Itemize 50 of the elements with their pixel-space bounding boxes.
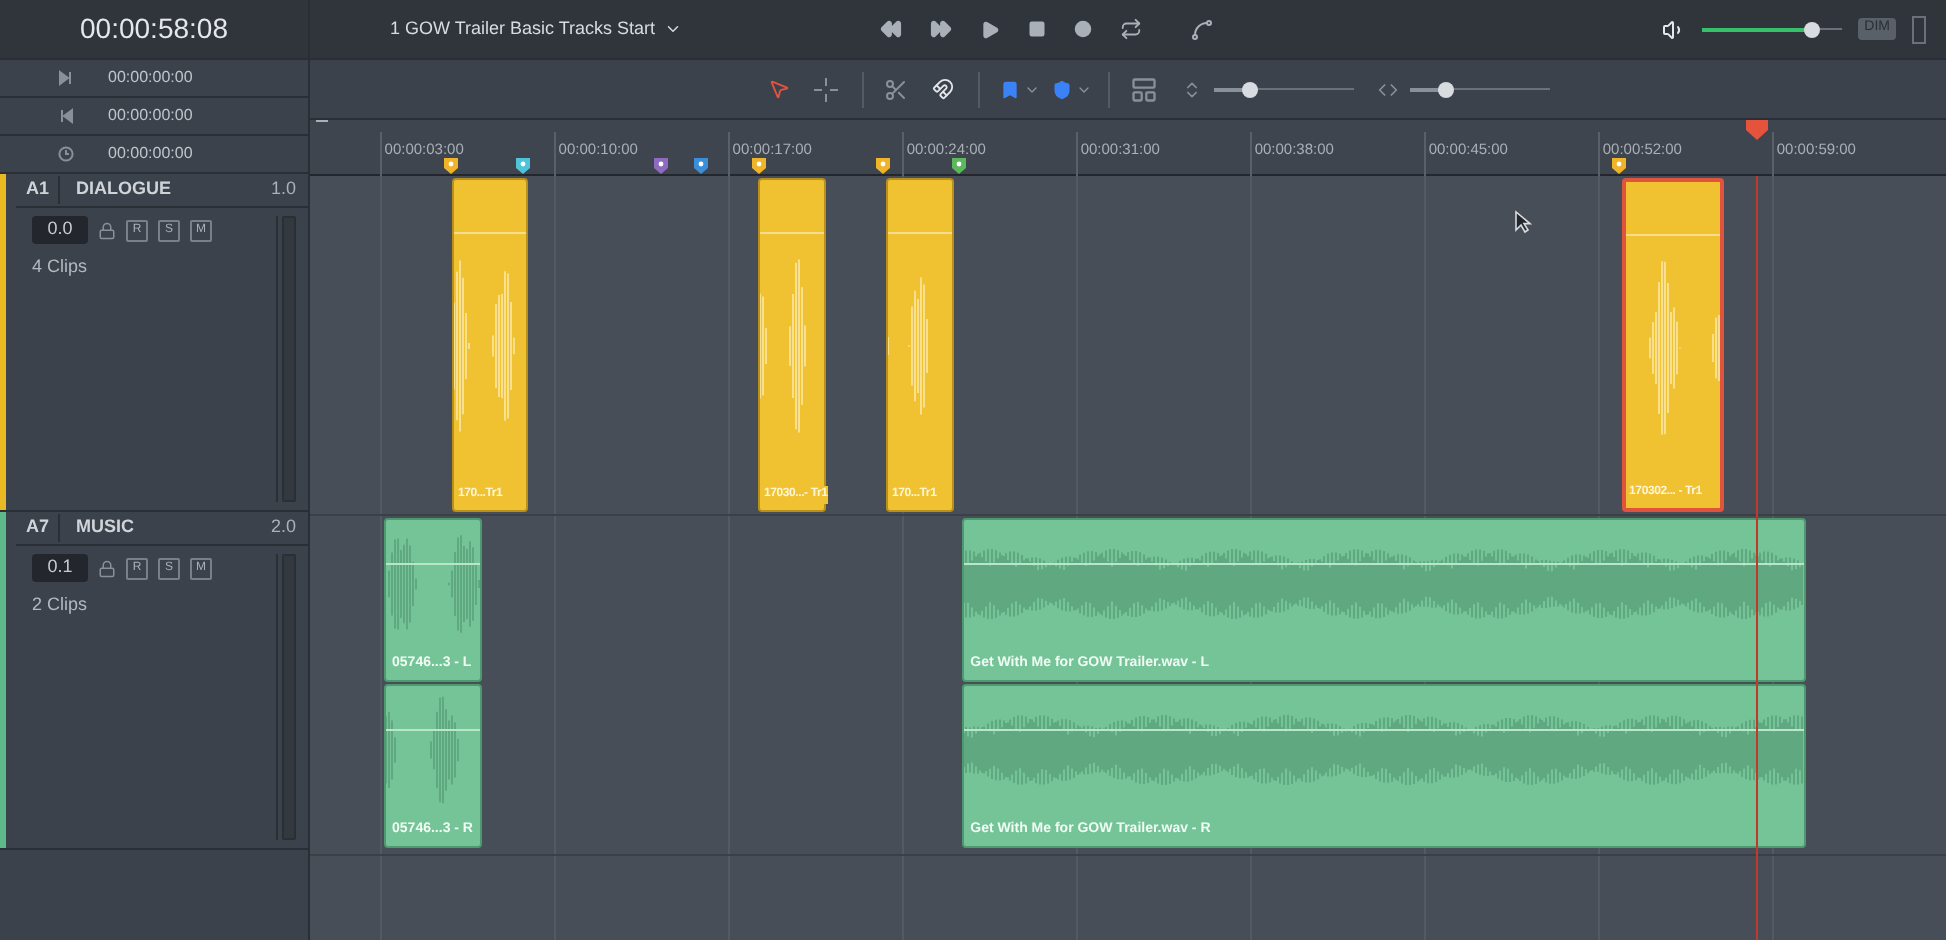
clip-count: 4 Clips: [32, 254, 90, 280]
marker-icon[interactable]: [876, 158, 891, 174]
track-height-slider[interactable]: [1214, 79, 1354, 99]
lock-icon[interactable]: [98, 559, 116, 577]
clip-count: 2 Clips: [32, 592, 90, 618]
meter-icon: [1912, 15, 1926, 43]
crosshair-tool-icon[interactable]: [814, 77, 838, 101]
razor-icon[interactable]: [884, 77, 908, 101]
cursor-icon: [1514, 210, 1532, 234]
marker-icon[interactable]: [751, 158, 766, 174]
timecode-display: 00:00:58:08: [80, 10, 228, 48]
timecode-value: 00:00:00:00: [108, 104, 193, 128]
marker-icon[interactable]: [654, 158, 669, 174]
rewind-icon[interactable]: [880, 18, 902, 40]
track-id: A1: [16, 176, 60, 204]
zoom-slider[interactable]: [1410, 79, 1550, 99]
in-point-icon: [58, 70, 74, 86]
timecode-value: 00:00:00:00: [108, 142, 193, 166]
loop-icon[interactable]: [1120, 18, 1142, 40]
marker-icon[interactable]: [693, 158, 707, 174]
track-volume-field[interactable]: 0.0: [32, 216, 88, 244]
track-name: DIALOGUE: [74, 176, 174, 203]
marker-icon[interactable]: [1052, 79, 1072, 99]
record-icon[interactable]: [1074, 20, 1092, 38]
track-name: MUSIC: [74, 514, 136, 541]
zoom-icon: [1378, 79, 1398, 99]
chevron-down-icon: [663, 20, 682, 38]
flag-icon[interactable]: [1000, 79, 1020, 99]
snap-icon[interactable]: [932, 78, 954, 100]
curve-icon[interactable]: [1190, 17, 1214, 41]
stop-icon[interactable]: [1028, 20, 1046, 38]
track-volume-field[interactable]: 0.1: [32, 554, 88, 582]
fast-forward-icon[interactable]: [930, 18, 952, 40]
marker-icon[interactable]: [444, 158, 459, 174]
marker-icon[interactable]: [1611, 158, 1626, 174]
clock-icon: [58, 146, 74, 162]
volume-slider[interactable]: [1702, 19, 1843, 39]
timeline-name-dropdown[interactable]: 1 GOW Trailer Basic Tracks Start: [390, 15, 880, 43]
timeline-view-icon[interactable]: [1130, 75, 1158, 103]
lock-icon[interactable]: [98, 221, 116, 239]
track-height-icon: [1182, 79, 1202, 99]
timecode-value: 00:00:00:00: [108, 66, 193, 90]
pointer-tool-icon[interactable]: [768, 78, 790, 100]
track-channels: 1.0: [270, 176, 298, 203]
track-id: A7: [16, 514, 60, 542]
marker-icon[interactable]: [952, 158, 967, 174]
track-channels: 2.0: [270, 514, 298, 541]
marker-icon[interactable]: [515, 158, 530, 174]
play-icon[interactable]: [980, 19, 1000, 39]
out-point-icon: [58, 108, 74, 124]
